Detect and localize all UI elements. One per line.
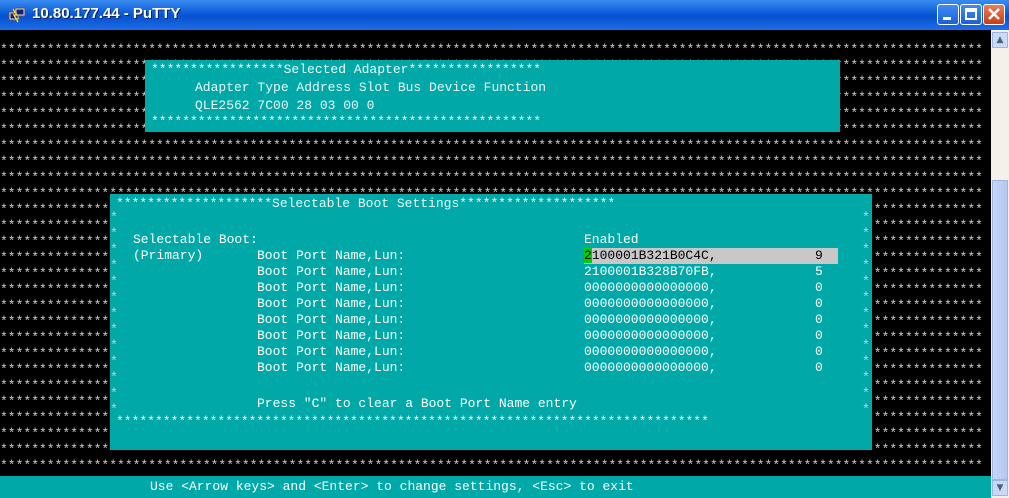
boot-port-lun[interactable]: 0 — [815, 280, 823, 296]
terminal-screen[interactable]: ****************************************… — [0, 30, 991, 498]
boot-port-label: Boot Port Name,Lun: — [257, 264, 406, 279]
selectable-boot-value[interactable]: Enabled — [584, 232, 639, 248]
minimize-button[interactable] — [937, 4, 959, 25]
maximize-button[interactable] — [960, 4, 982, 25]
star-row: ****************************************… — [0, 138, 983, 153]
vertical-scrollbar[interactable]: ▲ ▼ — [991, 30, 1009, 498]
boot-port-lun[interactable]: 0 — [815, 296, 823, 312]
status-text: Use <Arrow keys> and <Enter> to change s… — [150, 479, 634, 494]
boot-port-lun[interactable]: 0 — [815, 328, 823, 344]
boot-port-wwpn[interactable]: 0000000000000000, — [584, 296, 717, 312]
boot-port-lun[interactable]: 5 — [815, 264, 823, 280]
boot-port-label: Boot Port Name,Lun: — [257, 360, 406, 375]
maximize-icon — [965, 8, 977, 20]
boot-port-label: Boot Port Name,Lun: — [257, 312, 406, 327]
boot-port-lun[interactable]: 0 — [815, 360, 823, 376]
scroll-down-arrow-icon[interactable]: ▼ — [992, 480, 1008, 496]
star-row: ****************************************… — [0, 458, 983, 473]
boot-settings-header: ********************Selectable Boot Sett… — [116, 196, 616, 211]
boot-port-label: Boot Port Name,Lun: — [257, 344, 406, 359]
putty-icon — [8, 7, 26, 23]
boot-port-wwpn: 100001B321B0C4C, — [591, 248, 717, 263]
right-star-column: * * * * * * * * * * * * * — [862, 210, 870, 417]
boot-port-lun[interactable]: 0 — [815, 344, 823, 360]
minimize-icon — [943, 17, 951, 20]
boot-port-label: Boot Port Name,Lun: — [257, 296, 406, 311]
boot-port-wwpn[interactable]: 0000000000000000, — [584, 344, 717, 360]
boot-port-wwpn[interactable]: 2100001B328B70FB, — [584, 264, 717, 280]
star-row: ****************************************… — [0, 170, 983, 185]
selectable-boot-label: Selectable Boot: — [133, 232, 258, 247]
star-row: ****************************************… — [0, 154, 983, 169]
boot-port-lun: 9 — [815, 248, 823, 263]
close-icon — [988, 8, 1000, 20]
scroll-up-arrow-icon[interactable]: ▲ — [992, 32, 1008, 48]
boot-port-label: Boot Port Name,Lun: — [257, 328, 406, 343]
putty-window: 10.80.177.44 - PuTTY *******************… — [0, 0, 1009, 498]
title-bar[interactable]: 10.80.177.44 - PuTTY — [0, 0, 1009, 30]
boot-port-label: Boot Port Name,Lun: — [257, 248, 406, 263]
boot-port-entry-selected[interactable]: 2100001B321B0C4C, 9 — [584, 248, 838, 264]
star-row: ****************************************… — [0, 42, 983, 57]
selected-adapter-panel: *****************Selected Adapter*******… — [145, 60, 840, 132]
scrollbar-thumb[interactable] — [992, 180, 1008, 480]
selected-adapter-border: ****************************************… — [151, 114, 542, 129]
boot-port-lun[interactable]: 0 — [815, 312, 823, 328]
boot-port-label: Boot Port Name,Lun: — [257, 280, 406, 295]
boot-port-wwpn[interactable]: 0000000000000000, — [584, 328, 717, 344]
status-bar: Use <Arrow keys> and <Enter> to change s… — [0, 476, 991, 498]
text-cursor: 2 — [584, 248, 592, 263]
clear-hint: Press "C" to clear a Boot Port Name entr… — [257, 396, 577, 411]
boot-port-wwpn[interactable]: 0000000000000000, — [584, 312, 717, 328]
selected-adapter-header: *****************Selected Adapter*******… — [151, 62, 542, 77]
left-star-column: * * * * * * * * * * * * * — [110, 210, 118, 417]
boot-port-wwpn[interactable]: 0000000000000000, — [584, 360, 717, 376]
close-button[interactable] — [983, 4, 1005, 25]
window-title: 10.80.177.44 - PuTTY — [32, 5, 181, 22]
adapter-row: QLE2562 7C00 28 03 00 0 — [195, 98, 375, 113]
boot-settings-border: ****************************************… — [116, 414, 709, 429]
primary-label: (Primary) — [133, 248, 204, 263]
adapter-columns: Adapter Type Address Slot Bus Device Fun… — [195, 80, 547, 95]
boot-port-wwpn[interactable]: 0000000000000000, — [584, 280, 717, 296]
